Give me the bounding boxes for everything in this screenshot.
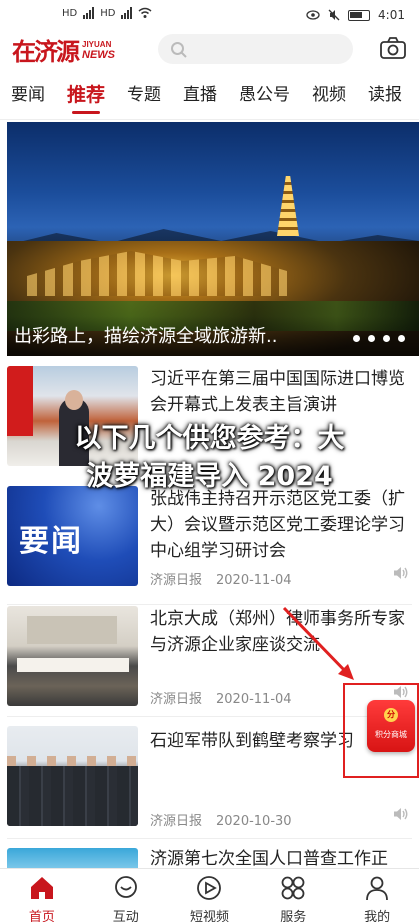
carousel-dot[interactable] xyxy=(398,335,405,342)
news-title: 济源第七次全国人口普查工作正 xyxy=(150,849,388,868)
tab-news[interactable]: 要闻 xyxy=(0,72,56,119)
points-mall-button[interactable]: 分 积分商城 xyxy=(367,700,415,752)
news-date: 2020-11-04 xyxy=(216,692,292,707)
nav-label: 短视频 xyxy=(189,910,229,922)
points-mall-label: 积分商城 xyxy=(375,730,407,739)
play-icon xyxy=(197,876,222,900)
signal-indicators: HD HD xyxy=(62,7,152,19)
carousel-dots xyxy=(353,335,405,342)
tab-yugong[interactable]: 愚公号 xyxy=(228,72,301,119)
news-meta: 济源日报 2020-10-30 xyxy=(150,810,292,829)
nav-label: 首页 xyxy=(28,910,55,922)
signal-icon xyxy=(121,7,133,19)
search-input[interactable] xyxy=(158,34,353,64)
news-date: 2020-10-30 xyxy=(216,814,292,829)
chat-icon xyxy=(114,876,137,898)
news-thumbnail xyxy=(7,726,138,826)
tab-topics[interactable]: 专题 xyxy=(116,72,172,119)
tab-live[interactable]: 直播 xyxy=(172,72,228,119)
news-title: 张战伟主持召开示范区党工委（扩大）会议暨示范区党工委理论学习中心组学习研讨会 xyxy=(150,489,405,561)
nav-interact[interactable]: 互动 xyxy=(84,869,168,922)
news-source: 济源日报 xyxy=(150,692,203,707)
news-thumbnail: 要闻 xyxy=(7,486,138,586)
banner-title: 出彩路上，描绘济源全域旅游新.. xyxy=(14,326,278,347)
overlay-line: 波萝福建导入 2024 xyxy=(86,461,333,492)
status-right: 4:01 xyxy=(306,8,405,22)
logo-en: JIYUAN NEWS xyxy=(82,39,115,61)
category-tabs: 要闻 推荐 专题 直播 愚公号 视频 读报 xyxy=(0,72,419,120)
tab-recommend[interactable]: 推荐 xyxy=(56,72,116,119)
hd-label: HD xyxy=(62,7,78,19)
camera-icon[interactable] xyxy=(379,36,407,60)
nav-label: 互动 xyxy=(112,910,139,922)
speaker-icon[interactable] xyxy=(393,807,409,821)
overlay-caption: 以下几个供您参考：大 波萝福建导入 2024 xyxy=(0,420,419,496)
eye-icon xyxy=(306,10,320,20)
nav-short-video[interactable]: 短视频 xyxy=(168,869,252,922)
thumbnail-text: 要闻 xyxy=(19,524,83,559)
list-item[interactable]: 济源第七次全国人口普查工作正 xyxy=(0,846,419,868)
news-source: 济源日报 xyxy=(150,814,203,829)
tab-video[interactable]: 视频 xyxy=(301,72,357,119)
carousel-dot[interactable] xyxy=(368,335,375,342)
news-source: 济源日报 xyxy=(150,573,203,588)
nav-label: 我的 xyxy=(364,910,391,922)
clock: 4:01 xyxy=(378,8,405,22)
news-date: 2020-11-04 xyxy=(216,573,292,588)
speaker-icon[interactable] xyxy=(393,566,409,580)
mute-icon xyxy=(328,9,340,21)
nav-profile[interactable]: 我的 xyxy=(335,869,419,922)
coin-icon: 分 xyxy=(384,708,398,722)
divider xyxy=(7,838,412,839)
signal-icon xyxy=(83,7,95,19)
nav-label: 服务 xyxy=(280,910,307,922)
banner-carousel[interactable]: 出彩路上，描绘济源全域旅游新.. xyxy=(7,122,419,356)
app-logo: 在济源 JIYUAN NEWS xyxy=(12,32,115,67)
bottom-nav: 首页 互动 短视频 服务 我的 xyxy=(0,868,419,922)
annotation-arrow xyxy=(282,606,354,680)
search-icon xyxy=(171,42,187,58)
banner-image-pagoda xyxy=(277,176,299,236)
home-icon xyxy=(30,877,53,899)
news-thumbnail xyxy=(7,606,138,706)
logo-text: 在济源 xyxy=(12,37,80,66)
news-thumbnail xyxy=(7,848,138,868)
overlay-line: 以下几个供您参考：大 xyxy=(74,423,345,454)
news-meta: 济源日报 2020-11-04 xyxy=(150,569,292,588)
profile-icon xyxy=(366,876,388,901)
services-icon xyxy=(281,876,305,900)
news-meta: 济源日报 2020-11-04 xyxy=(150,688,292,707)
status-bar: HD HD 4:01 xyxy=(0,0,419,30)
news-title: 习近平在第三届中国国际进口博览会开幕式上发表主旨演讲 xyxy=(150,369,405,415)
wifi-icon xyxy=(138,7,152,18)
carousel-dot[interactable] xyxy=(383,335,390,342)
hd-label: HD xyxy=(100,7,116,19)
battery-icon xyxy=(348,9,371,21)
carousel-dot[interactable] xyxy=(353,335,360,342)
tab-epaper[interactable]: 读报 xyxy=(357,72,413,119)
nav-services[interactable]: 服务 xyxy=(251,869,335,922)
nav-home[interactable]: 首页 xyxy=(0,869,84,922)
list-item[interactable]: 要闻 张战伟主持召开示范区党工委（扩大）会议暨示范区党工委理论学习中心组学习研讨… xyxy=(0,486,419,596)
app-header: 在济源 JIYUAN NEWS xyxy=(0,30,419,70)
